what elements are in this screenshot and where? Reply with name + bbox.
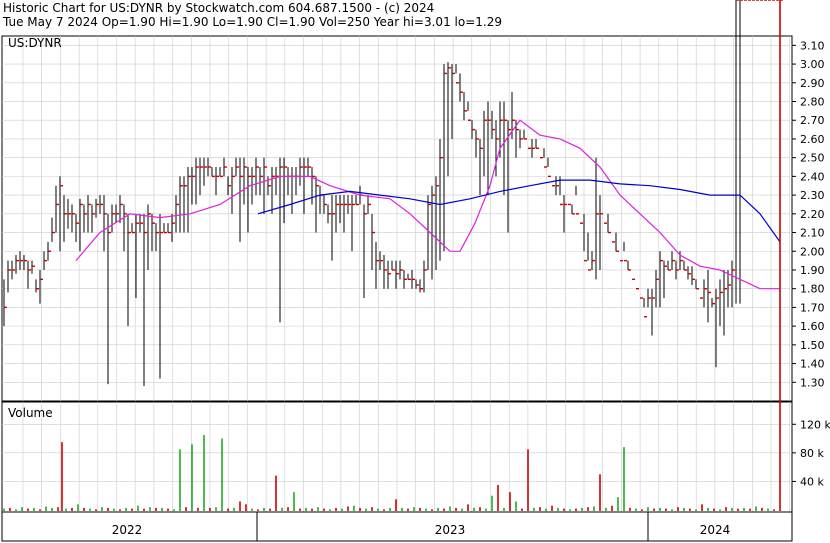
y-tick-label: 2.20 xyxy=(800,208,825,221)
y-tick-label: 1.80 xyxy=(800,283,825,296)
y-tick-label: 2.50 xyxy=(800,152,825,165)
y-tick-label: 1.90 xyxy=(800,264,825,277)
volume-tick-label: 80 k xyxy=(800,447,824,460)
y-tick-label: 2.40 xyxy=(800,170,825,183)
y-tick-label: 2.90 xyxy=(800,77,825,90)
price-panel: 3.10 3.00 2.90 2.80 2.70 2.60 2.50 2.40 2.30 2.20… xyxy=(1,0,825,402)
y-tick-label: 2.60 xyxy=(800,133,825,146)
x-tick-label: 2023 xyxy=(435,523,466,537)
volume-tick-label: 40 k xyxy=(800,475,824,488)
y-tick-label: 1.40 xyxy=(800,358,825,371)
y-tick-label: 2.30 xyxy=(800,189,825,202)
y-tick-label: 1.60 xyxy=(800,320,825,333)
y-tick-label: 2.70 xyxy=(800,114,825,127)
x-tick-label: 2024 xyxy=(700,523,731,537)
y-tick-label: 3.10 xyxy=(800,39,825,52)
stock-chart: 3.10 3.00 2.90 2.80 2.70 2.60 2.50 2.40 2.30 2.20… xyxy=(1,0,830,542)
y-tick-label: 1.70 xyxy=(800,301,825,314)
y-tick-label: 2.10 xyxy=(800,227,825,240)
price-panel-title: US:DYNR xyxy=(8,36,62,50)
volume-tick-label: 120 k xyxy=(800,418,830,431)
x-tick-label: 2022 xyxy=(112,523,143,537)
y-tick-label: 1.30 xyxy=(800,376,825,389)
y-tick-label: 2.00 xyxy=(800,245,825,258)
x-axis: 2022 2023 2024 xyxy=(1,511,793,542)
y-tick-label: 1.50 xyxy=(800,339,825,352)
y-tick-label: 3.00 xyxy=(800,58,825,71)
y-tick-label: 2.80 xyxy=(800,96,825,109)
volume-panel-title: Volume xyxy=(8,406,53,420)
